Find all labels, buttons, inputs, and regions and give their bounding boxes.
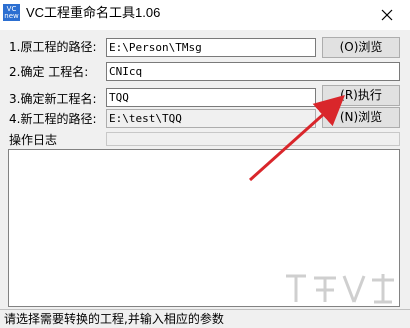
status-bar: 请选择需要转换的工程,并输入相应的参数 [0,309,410,328]
close-icon [381,9,393,21]
new-path-label: 4.新工程的路径: [9,112,97,126]
new-name-label: 3.确定新工程名: [9,92,97,106]
new-path-field[interactable]: E:\test\TQQ [106,109,316,128]
execute-button[interactable]: (R)执行 [322,85,400,106]
window-title: VC工程重命名工具1.06 [26,5,161,20]
original-path-field[interactable]: E:\Person\TMsg [106,38,316,57]
close-button[interactable] [364,0,410,30]
app-icon-line2: new [4,12,19,20]
log-title: 操作日志 [9,133,58,147]
original-path-label: 1.原工程的路径: [9,40,97,54]
confirm-name-label: 2.确定 工程名: [9,65,89,79]
new-name-field[interactable]: TQQ [106,88,316,107]
new-browse-button[interactable]: (N)浏览 [322,107,400,128]
log-title-strip [106,132,400,146]
status-text: 请选择需要转换的工程,并输入相应的参数 [4,312,224,326]
app-icon: VC new [3,4,20,21]
watermark-logo [286,274,394,304]
title-bar: VC new VC工程重命名工具1.06 [0,0,410,30]
original-browse-button[interactable]: (O)浏览 [322,37,400,58]
confirm-name-field[interactable]: CNIcq [106,62,400,81]
